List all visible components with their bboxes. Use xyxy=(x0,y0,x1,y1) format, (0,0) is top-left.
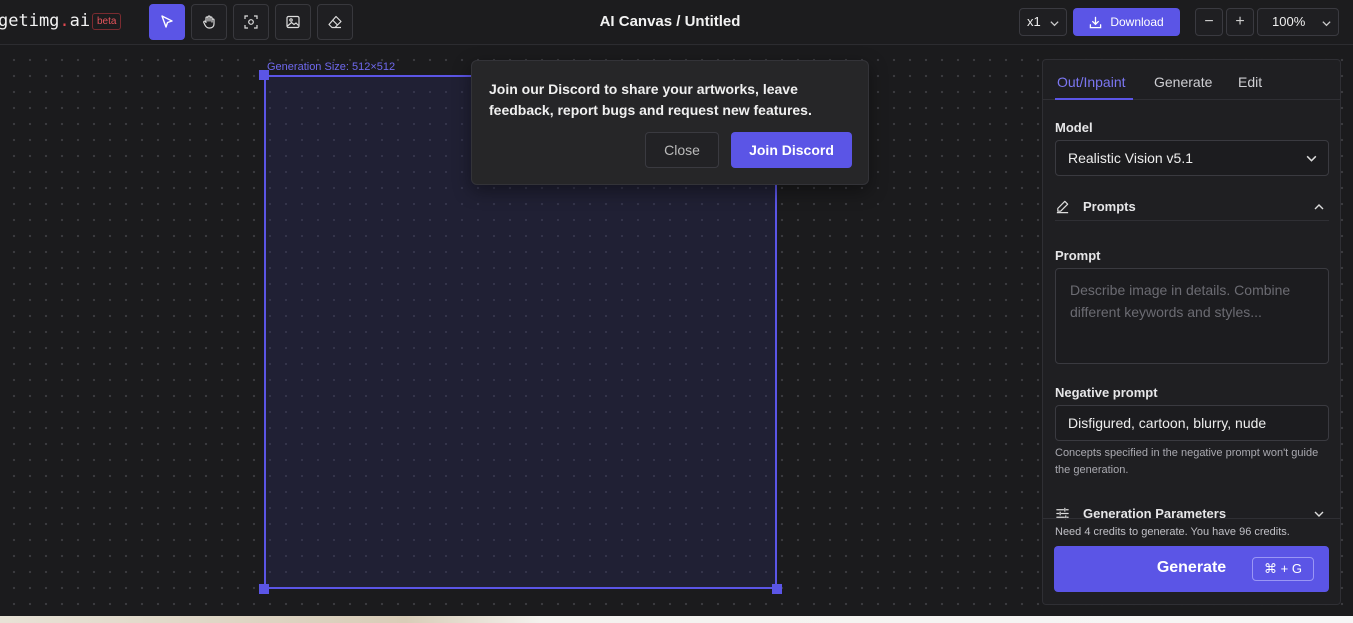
select-tool-button[interactable] xyxy=(149,4,185,40)
resize-handle-top-left[interactable] xyxy=(259,70,269,80)
page-title: AI Canvas / Untitled xyxy=(599,13,741,30)
beta-badge: beta xyxy=(92,13,122,30)
image-icon xyxy=(286,15,300,29)
close-button[interactable]: Close xyxy=(645,132,719,168)
tab-edit[interactable]: Edit xyxy=(1238,74,1262,90)
top-bar: getimg.ai beta AI Canvas / Untitled x1 D… xyxy=(0,0,1353,45)
resize-handle-bottom-left[interactable] xyxy=(259,584,269,594)
generate-button[interactable]: Generate ⌘ + G xyxy=(1054,546,1329,592)
chevron-down-icon xyxy=(1306,155,1317,162)
active-tab-indicator xyxy=(1055,98,1133,100)
frame-tool-button[interactable] xyxy=(233,4,269,40)
negative-prompt-label: Negative prompt xyxy=(1055,385,1158,400)
cursor-icon xyxy=(161,15,173,28)
prompts-section-toggle[interactable]: Prompts xyxy=(1055,196,1329,226)
negative-prompt-input[interactable]: Disfigured, cartoon, blurry, nude xyxy=(1055,405,1329,441)
eraser-tool-button[interactable] xyxy=(317,4,353,40)
chevron-down-icon xyxy=(1050,21,1059,27)
model-select[interactable]: Realistic Vision v5.1 xyxy=(1055,140,1329,176)
hand-icon xyxy=(203,15,215,29)
eraser-icon xyxy=(328,15,342,29)
download-button[interactable]: Download xyxy=(1073,8,1180,36)
pan-tool-button[interactable] xyxy=(191,4,227,40)
chevron-up-icon xyxy=(1314,204,1324,210)
discord-popup-message: Join our Discord to share your artworks,… xyxy=(489,81,812,118)
prompt-input[interactable]: Describe image in details. Combine diffe… xyxy=(1055,268,1329,364)
prompt-label: Prompt xyxy=(1055,248,1101,263)
settings-panel: Out/Inpaint Generate Edit Model Realisti… xyxy=(1042,59,1341,605)
batch-multiplier-select[interactable]: x1 xyxy=(1019,8,1067,36)
join-discord-button[interactable]: Join Discord xyxy=(731,132,852,168)
image-tool-button[interactable] xyxy=(275,4,311,40)
credits-info: Need 4 credits to generate. You have 96 … xyxy=(1055,526,1290,538)
resize-handle-bottom-right[interactable] xyxy=(772,584,782,594)
zoom-out-button[interactable]: − xyxy=(1195,8,1223,36)
logo[interactable]: getimg.ai xyxy=(0,11,90,31)
model-label: Model xyxy=(1055,120,1093,135)
zoom-in-button[interactable]: + xyxy=(1226,8,1254,36)
download-icon xyxy=(1090,16,1102,28)
tab-generate[interactable]: Generate xyxy=(1154,74,1212,90)
tab-out-inpaint[interactable]: Out/Inpaint xyxy=(1057,74,1126,90)
zoom-level-select[interactable]: 100% xyxy=(1257,8,1339,36)
canvas-bottom-strip xyxy=(0,616,1353,623)
panel-footer-divider xyxy=(1043,518,1340,519)
focus-frame-icon xyxy=(244,15,258,29)
section-divider xyxy=(1055,220,1329,221)
chevron-down-icon xyxy=(1322,21,1331,27)
pencil-icon xyxy=(1056,200,1069,214)
generation-size-label: Generation Size: 512×512 xyxy=(267,61,396,73)
panel-tabs: Out/Inpaint Generate Edit xyxy=(1043,60,1340,100)
keyboard-shortcut-badge: ⌘ + G xyxy=(1252,557,1314,581)
negative-prompt-hint: Concepts specified in the negative promp… xyxy=(1055,447,1319,476)
discord-popup: Join our Discord to share your artworks,… xyxy=(471,60,869,185)
